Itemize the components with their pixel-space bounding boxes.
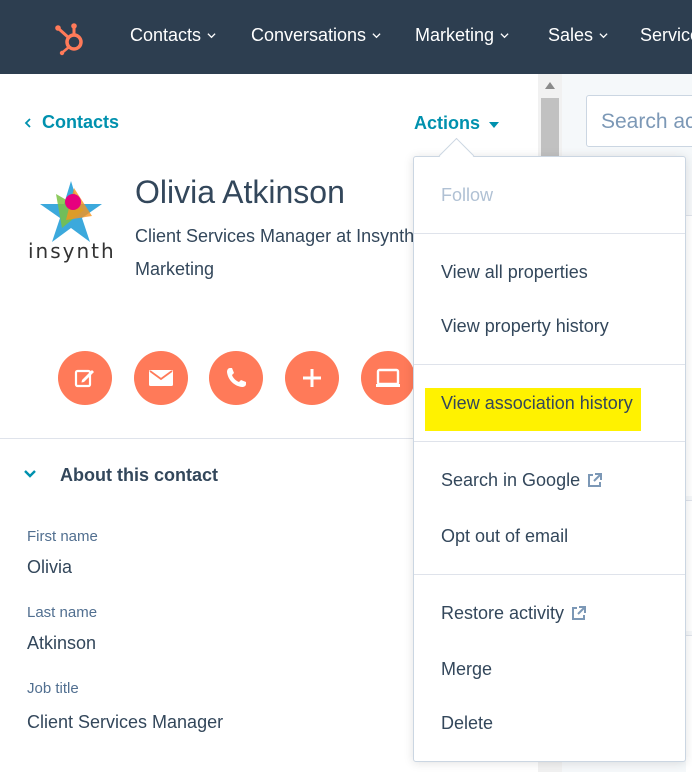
last-name-label: Last name — [27, 604, 98, 621]
menu-item-search-in-google[interactable]: Search in Google — [441, 470, 603, 491]
job-title-label: Job title — [27, 680, 79, 697]
about-section-title[interactable]: About this contact — [60, 465, 218, 486]
meeting-button[interactable] — [361, 351, 415, 405]
company-logo: insynth — [28, 181, 116, 263]
nav-item-label: Service — [640, 25, 692, 45]
caret-down-icon — [489, 121, 500, 128]
menu-divider — [414, 364, 685, 365]
nav-item-service[interactable]: Service — [640, 25, 692, 46]
actions-dropdown-button[interactable]: Actions — [414, 113, 500, 134]
actions-label: Actions — [414, 113, 481, 133]
menu-item-delete[interactable]: Delete — [441, 713, 493, 734]
menu-item-label: Restore activity — [441, 603, 565, 623]
last-name-value[interactable]: Atkinson — [27, 633, 96, 654]
contact-name: Olivia Atkinson — [135, 174, 345, 210]
nav-item-label: Contacts — [130, 25, 202, 45]
nav-item-contacts[interactable]: Contacts — [130, 25, 216, 46]
email-button[interactable] — [134, 351, 188, 405]
external-link-icon — [572, 606, 587, 620]
chevron-down-icon — [599, 33, 608, 39]
menu-divider — [414, 441, 685, 442]
menu-item-restore-activity[interactable]: Restore activity — [441, 603, 587, 624]
call-icon — [227, 368, 246, 387]
chevron-down-icon — [207, 33, 216, 39]
email-icon — [149, 370, 173, 386]
note-button[interactable] — [58, 351, 112, 405]
call-button[interactable] — [209, 351, 263, 405]
menu-divider — [414, 233, 685, 234]
back-to-contacts-link[interactable]: Contacts — [24, 112, 119, 133]
right-panel-card — [686, 635, 692, 773]
menu-item-follow: Follow — [441, 185, 494, 205]
chevron-down-icon[interactable] — [22, 466, 38, 482]
menu-item-merge[interactable]: Merge — [441, 659, 492, 680]
menu-item-view-all-properties[interactable]: View all properties — [441, 262, 588, 283]
meeting-icon — [376, 368, 400, 387]
nav-item-label: Marketing — [415, 25, 495, 45]
right-panel-card — [686, 500, 692, 631]
search-placeholder: Search ac — [601, 110, 692, 133]
back-link-label: Contacts — [42, 112, 120, 132]
nav-item-conversations[interactable]: Conversations — [251, 25, 381, 46]
chevron-down-icon — [500, 33, 509, 39]
hubspot-logo-icon[interactable] — [52, 20, 88, 56]
nav-item-label: Conversations — [251, 25, 367, 45]
add-icon — [303, 369, 321, 387]
menu-item-view-property-history[interactable]: View property history — [441, 316, 609, 337]
external-link-icon — [588, 473, 603, 487]
menu-item-view-association-history[interactable]: View association history — [441, 393, 633, 414]
note-icon — [74, 369, 94, 388]
right-panel-card — [686, 215, 692, 496]
add-activity-button[interactable] — [285, 351, 339, 405]
nav-item-marketing[interactable]: Marketing — [415, 25, 509, 46]
first-name-value[interactable]: Olivia — [27, 557, 72, 578]
job-title-value[interactable]: Client Services Manager — [27, 712, 223, 733]
contact-subtitle: Client Services Manager at Insynth Marke… — [135, 226, 415, 279]
chevron-down-icon — [372, 33, 381, 39]
nav-item-label: Sales — [548, 25, 594, 45]
top-navigation: Contacts Conversations Marketing Sales S… — [0, 0, 692, 74]
first-name-label: First name — [27, 528, 98, 545]
company-logo-text: insynth — [28, 239, 116, 263]
chevron-left-icon — [24, 117, 31, 128]
activity-search-input[interactable]: Search ac — [586, 95, 692, 147]
menu-item-label: Search in Google — [441, 470, 581, 490]
nav-item-sales[interactable]: Sales — [548, 25, 608, 46]
menu-divider — [414, 574, 685, 575]
menu-item-opt-out-of-email[interactable]: Opt out of email — [441, 526, 568, 547]
scroll-up-arrow-icon[interactable] — [545, 82, 555, 89]
